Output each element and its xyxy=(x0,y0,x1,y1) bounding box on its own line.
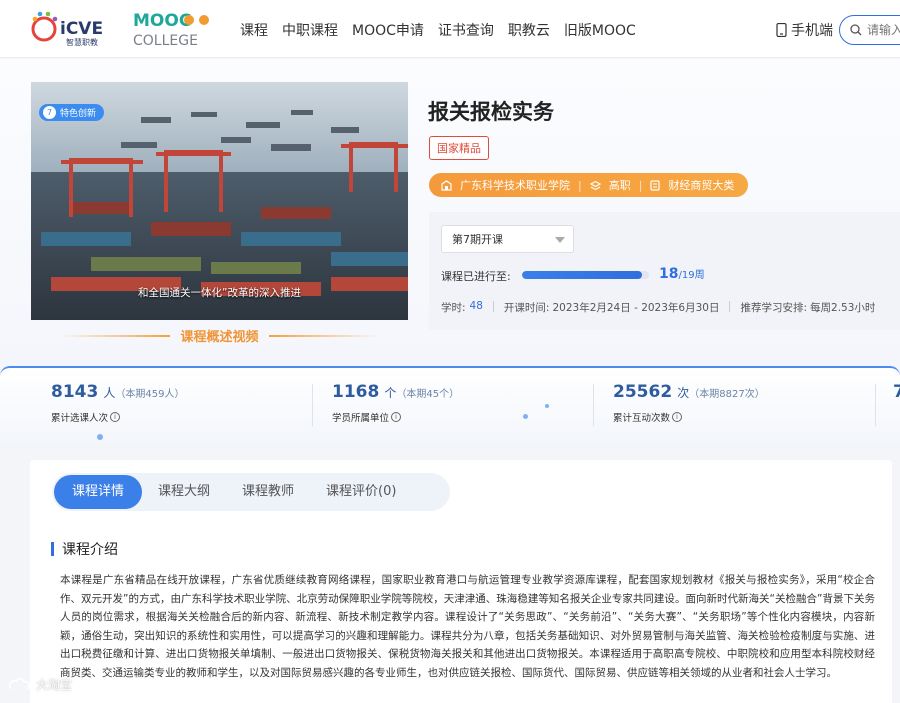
mooc-college-logo[interactable]: MOOC COLLEGE xyxy=(133,8,217,50)
course-progress-fill xyxy=(522,271,643,279)
progress-week: 18/19周 xyxy=(659,266,705,282)
stat-unit: 人 xyxy=(103,386,116,400)
tab-course-teachers[interactable]: 课程教师 xyxy=(226,475,310,509)
term-select[interactable]: 第7期开课 xyxy=(441,225,574,253)
level-icon xyxy=(589,180,601,190)
course-level: 高职 xyxy=(608,179,631,192)
stat-organizations: 1168 个（本期45个） 学员所属单位 i xyxy=(332,382,459,424)
video-tag-number: 7 xyxy=(43,106,56,119)
section-title: 课程介绍 xyxy=(51,539,118,559)
course-tabs: 课程详情 课程大纲 课程教师 课程评价(0) xyxy=(52,473,450,511)
stat-partial: 7 xyxy=(893,382,900,402)
school-name[interactable]: 广东科学技术职业学院 xyxy=(460,177,570,193)
course-stats-bar: 8143 人（本期459人） 累计选课人次 i 1168 个（本期45个） 学员所… xyxy=(0,366,900,444)
progress-label: 课程已进行至: xyxy=(441,270,511,283)
nav-old-mooc[interactable]: 旧版MOOC xyxy=(564,20,636,40)
main-nav: 课程 中职课程 MOOC申请 证书查询 职教云 旧版MOOC xyxy=(240,20,650,40)
phone-icon xyxy=(776,23,787,37)
tab-course-outline[interactable]: 课程大纲 xyxy=(142,475,226,509)
divider-left xyxy=(60,334,171,337)
stat-extra: （本期8827次） xyxy=(689,389,765,400)
mobile-link[interactable]: 手机端 xyxy=(776,20,833,40)
divider-right xyxy=(268,334,379,337)
mooc-logo-text: MOOC xyxy=(133,11,191,31)
info-icon[interactable]: i xyxy=(391,412,402,422)
hours-value: 48 xyxy=(469,300,483,312)
stat-value: 25562 xyxy=(613,382,673,402)
nav-zhijiaoyun[interactable]: 职教云 xyxy=(508,20,550,40)
time-label: 开课时间: xyxy=(503,302,550,314)
chevron-down-icon xyxy=(555,237,565,243)
watermark: 大淘宝 xyxy=(8,676,72,693)
stat-enrollment: 8143 人（本期459人） 累计选课人次 i xyxy=(51,382,185,424)
info-icon[interactable]: i xyxy=(110,412,121,422)
search-box[interactable] xyxy=(839,15,900,45)
watermark-logo-icon xyxy=(9,677,30,690)
course-intro-text: 本课程是广东省精品在线开放课程，广东省优质继续教育网络课程，国家职业教育港口与航… xyxy=(60,574,875,679)
nav-mooc-apply[interactable]: MOOC申请 xyxy=(352,20,424,40)
mobile-label: 手机端 xyxy=(791,23,833,39)
video-tag-label: 特色创新 xyxy=(60,109,97,119)
course-title: 报关报检实务 xyxy=(428,100,554,124)
school-info-bar: 广东科学技术职业学院 | 高职 | 财经商贸大类 xyxy=(429,173,749,197)
info-icon[interactable]: i xyxy=(672,412,683,422)
nav-certificate-query[interactable]: 证书查询 xyxy=(438,20,494,40)
suggest-value: 每周2.53小时 xyxy=(810,302,876,314)
stat-extra: （本期459人） xyxy=(115,389,185,400)
tab-course-detail[interactable]: 课程详情 xyxy=(54,475,143,509)
time-value: 2023年2月24日 - 2023年6月30日 xyxy=(552,302,720,314)
school-icon xyxy=(441,179,452,191)
search-icon xyxy=(850,24,862,36)
stat-desc: 学员所属单位 xyxy=(332,413,390,424)
intro-title: 课程介绍 xyxy=(62,542,118,558)
national-quality-badge: 国家精品 xyxy=(429,136,489,160)
course-meta: 学时: 48 开课时间: 2023年2月24日 - 2023年6月30日 推荐学… xyxy=(441,300,875,315)
stat-desc: 累计选课人次 xyxy=(51,413,109,424)
nav-course[interactable]: 课程 xyxy=(240,20,268,40)
search-input[interactable] xyxy=(867,23,900,37)
video-title-row: 课程概述视频 xyxy=(31,326,408,345)
watermark-text: 大淘宝 xyxy=(36,678,73,692)
suggest-label: 推荐学习安排: xyxy=(740,302,808,314)
video-label: 课程概述视频 xyxy=(180,330,259,345)
course-video-player[interactable]: 7 特色创新 和全国通关一体化”改革的深入推进 xyxy=(31,82,408,320)
progress-current: 18 xyxy=(659,266,679,282)
icve-logo[interactable]: iCVE 智慧职教 xyxy=(30,9,118,49)
nav-vocational-course[interactable]: 中职课程 xyxy=(282,20,338,40)
stat-unit: 次 xyxy=(677,386,690,400)
hours-label: 学时: xyxy=(441,302,466,314)
stat-desc: 累计互动次数 xyxy=(613,413,671,424)
course-category: 财经商贸大类 xyxy=(668,179,735,192)
stat-value: 1168 xyxy=(332,382,380,402)
icve-logo-text: iCVE xyxy=(60,19,103,39)
tab-course-reviews[interactable]: 课程评价(0) xyxy=(310,475,412,509)
video-caption: 和全国通关一体化”改革的深入推进 xyxy=(138,287,301,299)
top-header: iCVE 智慧职教 MOOC COLLEGE 课程 中职课程 MOOC申请 证书… xyxy=(0,0,900,58)
video-tag: 7 特色创新 xyxy=(39,104,105,121)
course-progress-bar xyxy=(522,271,649,279)
stat-value: 8143 xyxy=(51,382,99,402)
category-icon xyxy=(650,179,661,191)
stat-value: 7 xyxy=(893,382,900,402)
term-select-value: 第7期开课 xyxy=(452,233,503,246)
stat-extra: （本期45个） xyxy=(396,389,460,400)
progress-total: /19周 xyxy=(678,270,705,281)
mooc-logo-sub: COLLEGE xyxy=(133,33,198,49)
stat-unit: 个 xyxy=(384,386,397,400)
icve-logo-sub: 智慧职教 xyxy=(66,37,98,47)
stat-interactions: 25562 次（本期8827次） 累计互动次数 i xyxy=(613,382,765,424)
